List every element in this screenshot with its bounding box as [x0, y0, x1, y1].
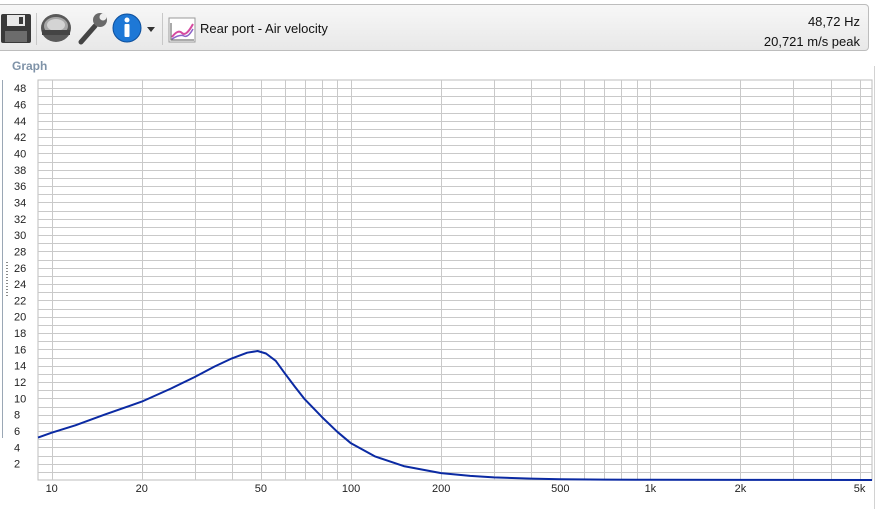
y-tick-label: 4	[14, 442, 20, 454]
y-tick-label: 46	[14, 99, 26, 111]
x-tick-label: 2k	[735, 483, 747, 495]
y-tick-label: 48	[14, 83, 26, 95]
y-tick-label: 8	[14, 410, 20, 422]
y-tick-label: 26	[14, 263, 26, 275]
chart: 2468101214161820222426283032343638404244…	[14, 79, 873, 495]
y-tick-label: 18	[14, 328, 26, 340]
x-tick-label: 50	[255, 483, 267, 495]
y-tick-label: 10	[14, 393, 26, 405]
x-tick-label: 200	[432, 483, 450, 495]
y-tick-label: 16	[14, 344, 26, 356]
y-tick-label: 2	[14, 459, 20, 471]
x-tick-label: 5k	[854, 483, 866, 495]
y-tick-label: 22	[14, 295, 26, 307]
y-tick-label: 34	[14, 197, 26, 209]
y-tick-label: 44	[14, 116, 26, 128]
plot-area	[37, 79, 873, 481]
y-tick-label: 30	[14, 230, 26, 242]
x-tick-label: 500	[551, 483, 569, 495]
y-tick-label: 14	[14, 361, 26, 373]
y-tick-label: 12	[14, 377, 26, 389]
x-tick-label: 100	[342, 483, 360, 495]
y-tick-label: 36	[14, 181, 26, 193]
x-tick-label: 10	[46, 483, 58, 495]
y-tick-label: 32	[14, 214, 26, 226]
y-tick-label: 42	[14, 132, 26, 144]
y-tick-label: 28	[14, 246, 26, 258]
y-tick-label: 38	[14, 165, 26, 177]
x-tick-label: 1k	[645, 483, 657, 495]
y-tick-label: 40	[14, 148, 26, 160]
y-tick-label: 6	[14, 426, 20, 438]
y-tick-label: 20	[14, 312, 26, 324]
y-tick-label: 24	[14, 279, 26, 291]
x-tick-label: 20	[136, 483, 148, 495]
